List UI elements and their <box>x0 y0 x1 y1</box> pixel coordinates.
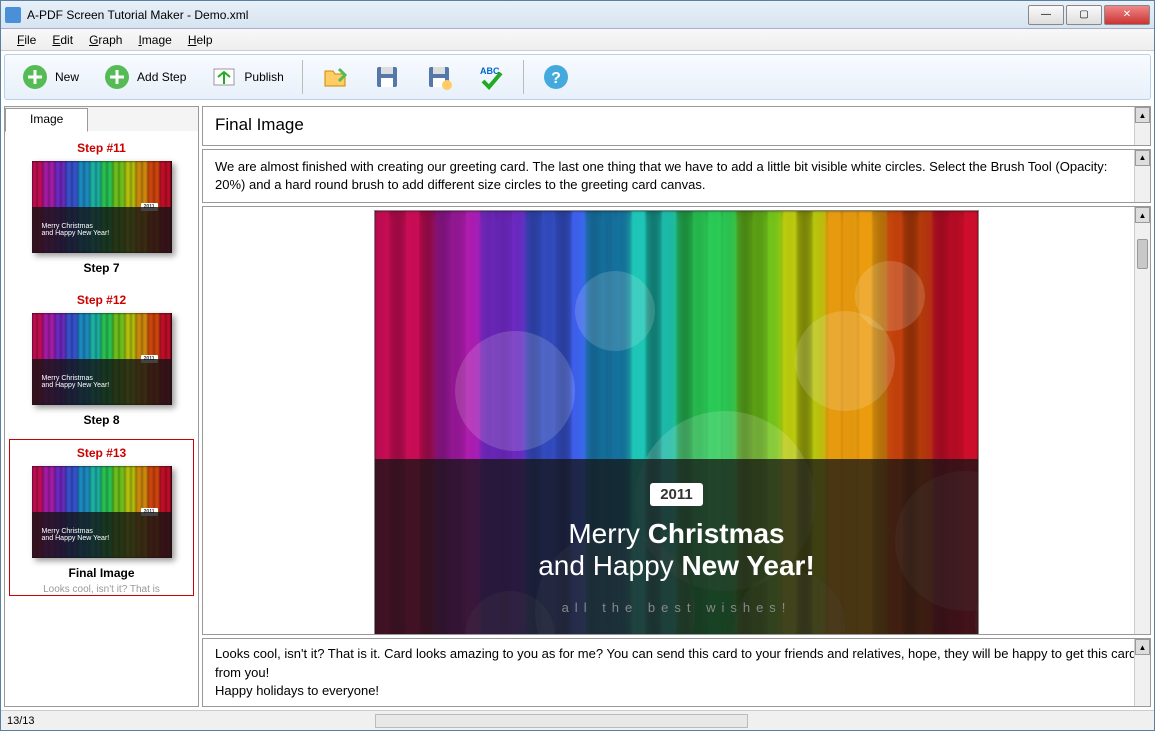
step-header: Step #12 <box>9 287 194 313</box>
step-header: Step #11 <box>9 135 194 161</box>
sidebar-tabs: Image <box>5 107 198 131</box>
window-title: A-PDF Screen Tutorial Maker - Demo.xml <box>27 8 1028 22</box>
toolbar-separator <box>523 60 524 94</box>
card-wishes: all the best wishes! <box>562 600 792 615</box>
menu-image[interactable]: Image <box>130 31 179 49</box>
menu-edit[interactable]: Edit <box>44 31 81 49</box>
step-header: Step #13 <box>10 440 193 466</box>
statusbar: 13/13 <box>1 710 1154 730</box>
save-as-button[interactable] <box>415 59 463 95</box>
new-label: New <box>55 70 79 84</box>
save-as-icon <box>425 63 453 91</box>
add-step-button[interactable]: Add Step <box>93 59 196 95</box>
maximize-button[interactable]: ▢ <box>1066 5 1102 25</box>
spellcheck-button[interactable]: ABC <box>467 59 515 95</box>
greeting-card-image: 2011 Merry Christmas and Happy New Year!… <box>374 210 979 635</box>
publish-label: Publish <box>244 70 283 84</box>
add-step-icon <box>103 63 131 91</box>
content-area: Image Step #112011Merry Christmasand Hap… <box>4 106 1151 707</box>
page-counter: 13/13 <box>7 715 35 727</box>
scrollbar[interactable]: ▲ <box>1134 207 1150 634</box>
app-window: A-PDF Screen Tutorial Maker - Demo.xml ―… <box>0 0 1155 731</box>
scrollbar[interactable]: ▲ <box>1134 150 1150 202</box>
card-line-1: Merry Christmas <box>568 518 784 550</box>
menu-help[interactable]: Help <box>180 31 221 49</box>
card-line-2: and Happy New Year! <box>538 550 815 582</box>
folder-icon <box>321 63 349 91</box>
menu-file[interactable]: File <box>9 31 44 49</box>
save-icon <box>373 63 401 91</box>
menubar: File Edit Graph Image Help <box>1 29 1154 51</box>
thumbnail-label: Final Image <box>10 558 193 584</box>
footer-text-1: Looks cool, isn't it? That is it. Card l… <box>215 645 1138 681</box>
toolbar: New Add Step Publish ABC ? <box>4 54 1151 100</box>
scrollbar[interactable]: ▲ <box>1134 639 1150 706</box>
svg-text:?: ? <box>551 70 561 87</box>
image-panel: 2011 Merry Christmas and Happy New Year!… <box>202 206 1151 635</box>
minimize-button[interactable]: ― <box>1028 5 1064 25</box>
toolbar-separator <box>302 60 303 94</box>
sidebar: Image Step #112011Merry Christmasand Hap… <box>4 106 199 707</box>
thumbnail-list[interactable]: Step #112011Merry Christmasand Happy New… <box>5 131 198 706</box>
title-panel: Final Image ▲ <box>202 106 1151 146</box>
menu-graph[interactable]: Graph <box>81 31 130 49</box>
main-area: Final Image ▲ We are almost finished wit… <box>202 106 1151 707</box>
help-icon: ? <box>542 63 570 91</box>
horizontal-scrollbar[interactable] <box>375 714 748 728</box>
thumbnail-label: Step 8 <box>9 405 194 431</box>
card-text-overlay: 2011 Merry Christmas and Happy New Year!… <box>375 459 978 635</box>
help-button[interactable]: ? <box>532 59 580 95</box>
thumbnail-item[interactable]: Step #132011Merry Christmasand Happy New… <box>9 439 194 596</box>
thumbnail-image: 2011Merry Christmasand Happy New Year! <box>32 466 172 558</box>
thumbnail-image: 2011Merry Christmasand Happy New Year! <box>32 161 172 253</box>
scrollbar[interactable]: ▲ <box>1134 107 1150 145</box>
save-button[interactable] <box>363 59 411 95</box>
thumbnail-image: 2011Merry Christmasand Happy New Year! <box>32 313 172 405</box>
description-panel: We are almost finished with creating our… <box>202 149 1151 203</box>
thumbnail-desc: Looks cool, isn't it? That is <box>10 584 193 595</box>
footer-text-2: Happy holidays to everyone! <box>215 682 1138 700</box>
step-description: We are almost finished with creating our… <box>215 159 1107 192</box>
thumbnail-label: Step 7 <box>9 253 194 279</box>
year-badge: 2011 <box>650 483 703 506</box>
close-button[interactable]: ✕ <box>1104 5 1150 25</box>
publish-button[interactable]: Publish <box>200 59 293 95</box>
add-step-label: Add Step <box>137 70 186 84</box>
thumbnail-item[interactable]: Step #112011Merry Christmasand Happy New… <box>9 135 194 279</box>
window-controls: ― ▢ ✕ <box>1028 5 1150 25</box>
new-button[interactable]: New <box>11 59 89 95</box>
open-folder-button[interactable] <box>311 59 359 95</box>
step-title: Final Image <box>215 115 304 134</box>
footer-panel: Looks cool, isn't it? That is it. Card l… <box>202 638 1151 707</box>
thumbnail-item[interactable]: Step #122011Merry Christmasand Happy New… <box>9 287 194 431</box>
svg-text:ABC: ABC <box>480 66 500 76</box>
app-icon <box>5 7 21 23</box>
titlebar: A-PDF Screen Tutorial Maker - Demo.xml ―… <box>1 1 1154 29</box>
new-icon <box>21 63 49 91</box>
publish-icon <box>210 63 238 91</box>
tab-image[interactable]: Image <box>5 108 88 132</box>
spellcheck-icon: ABC <box>477 63 505 91</box>
